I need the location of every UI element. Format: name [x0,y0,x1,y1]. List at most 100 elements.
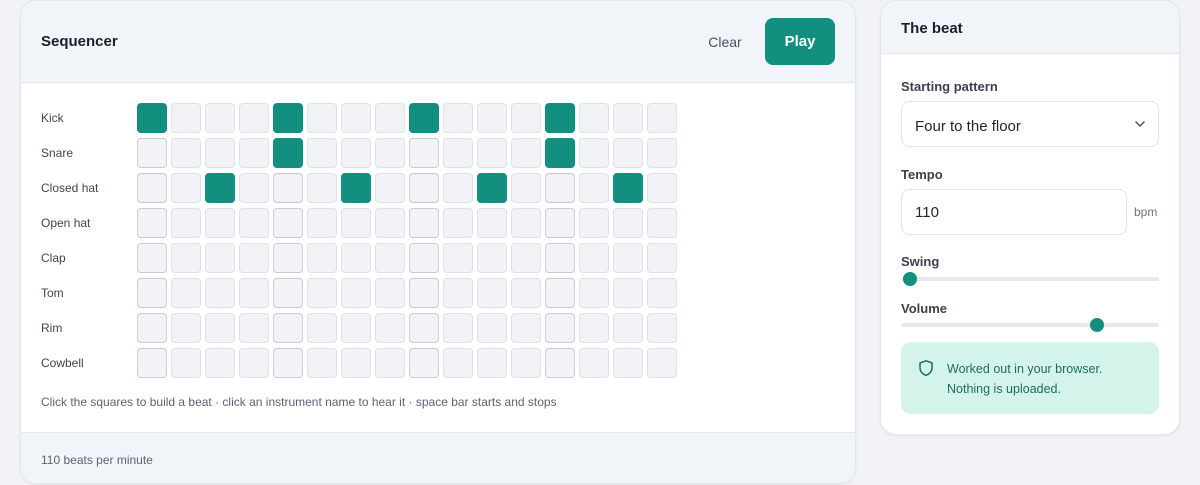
step-cell[interactable] [579,208,609,238]
step-cell[interactable] [647,348,677,378]
step-cell[interactable] [443,173,473,203]
step-cell[interactable] [613,173,643,203]
step-cell[interactable] [443,243,473,273]
pattern-select[interactable]: Four to the floor [901,101,1159,147]
step-cell[interactable] [137,103,167,133]
step-cell[interactable] [375,138,405,168]
step-cell[interactable] [171,313,201,343]
step-cell[interactable] [171,173,201,203]
step-cell[interactable] [171,278,201,308]
step-cell[interactable] [273,278,303,308]
step-cell[interactable] [579,138,609,168]
play-button[interactable]: Play [765,18,835,65]
step-cell[interactable] [443,348,473,378]
step-cell[interactable] [375,278,405,308]
step-cell[interactable] [205,348,235,378]
step-cell[interactable] [239,173,269,203]
step-cell[interactable] [579,348,609,378]
step-cell[interactable] [273,243,303,273]
step-cell[interactable] [647,278,677,308]
step-cell[interactable] [545,348,575,378]
step-cell[interactable] [477,173,507,203]
step-cell[interactable] [205,278,235,308]
step-cell[interactable] [273,173,303,203]
step-cell[interactable] [307,103,337,133]
instrument-name[interactable]: Snare [41,146,73,160]
step-cell[interactable] [375,103,405,133]
step-cell[interactable] [443,138,473,168]
step-cell[interactable] [137,243,167,273]
step-cell[interactable] [307,138,337,168]
step-cell[interactable] [579,313,609,343]
step-cell[interactable] [613,243,643,273]
step-cell[interactable] [443,103,473,133]
volume-slider[interactable] [901,318,1159,332]
step-cell[interactable] [171,103,201,133]
step-cell[interactable] [579,103,609,133]
step-cell[interactable] [341,278,371,308]
step-cell[interactable] [409,348,439,378]
step-cell[interactable] [171,138,201,168]
step-cell[interactable] [409,103,439,133]
instrument-name[interactable]: Kick [41,111,64,125]
step-cell[interactable] [613,348,643,378]
step-cell[interactable] [307,278,337,308]
step-cell[interactable] [511,103,541,133]
step-cell[interactable] [137,348,167,378]
step-cell[interactable] [239,278,269,308]
step-cell[interactable] [579,243,609,273]
step-cell[interactable] [545,103,575,133]
step-cell[interactable] [477,243,507,273]
instrument-name[interactable]: Open hat [41,216,90,230]
swing-thumb[interactable] [903,272,917,286]
step-cell[interactable] [273,313,303,343]
step-cell[interactable] [409,278,439,308]
step-cell[interactable] [409,173,439,203]
step-cell[interactable] [239,313,269,343]
step-cell[interactable] [205,208,235,238]
step-cell[interactable] [613,278,643,308]
step-cell[interactable] [239,138,269,168]
instrument-name[interactable]: Clap [41,251,66,265]
swing-slider[interactable] [901,272,1159,286]
step-cell[interactable] [205,173,235,203]
step-cell[interactable] [545,278,575,308]
step-cell[interactable] [613,103,643,133]
step-cell[interactable] [647,173,677,203]
step-cell[interactable] [511,173,541,203]
step-cell[interactable] [307,243,337,273]
volume-thumb[interactable] [1090,318,1105,332]
step-cell[interactable] [239,243,269,273]
step-cell[interactable] [375,243,405,273]
step-cell[interactable] [137,138,167,168]
step-cell[interactable] [341,208,371,238]
step-cell[interactable] [409,138,439,168]
step-cell[interactable] [307,208,337,238]
step-cell[interactable] [205,138,235,168]
step-cell[interactable] [375,173,405,203]
step-cell[interactable] [341,138,371,168]
step-cell[interactable] [341,173,371,203]
step-cell[interactable] [511,313,541,343]
step-cell[interactable] [545,243,575,273]
step-cell[interactable] [477,138,507,168]
step-cell[interactable] [545,208,575,238]
step-cell[interactable] [205,243,235,273]
step-cell[interactable] [443,313,473,343]
step-cell[interactable] [375,348,405,378]
step-cell[interactable] [171,208,201,238]
step-cell[interactable] [137,208,167,238]
step-cell[interactable] [477,103,507,133]
instrument-name[interactable]: Closed hat [41,181,98,195]
step-cell[interactable] [205,103,235,133]
tempo-input[interactable] [901,189,1127,235]
step-cell[interactable] [137,278,167,308]
step-cell[interactable] [239,103,269,133]
step-cell[interactable] [545,173,575,203]
step-cell[interactable] [579,173,609,203]
step-cell[interactable] [375,313,405,343]
step-cell[interactable] [443,278,473,308]
step-cell[interactable] [647,138,677,168]
step-cell[interactable] [613,208,643,238]
step-cell[interactable] [239,208,269,238]
